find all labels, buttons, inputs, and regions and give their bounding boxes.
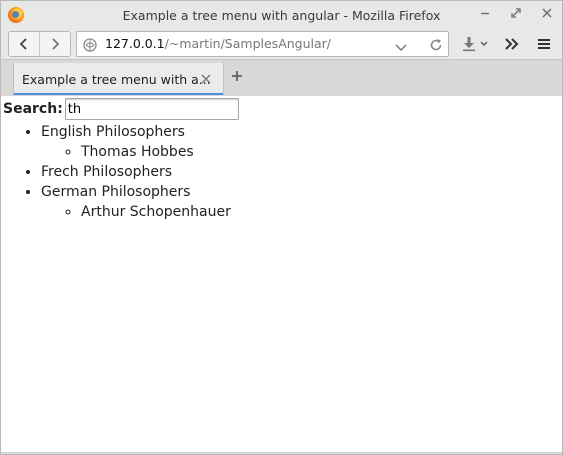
close-tab-icon[interactable] [201, 70, 211, 88]
chevron-down-icon[interactable] [395, 38, 407, 57]
back-forward-group [8, 31, 71, 57]
tree-node[interactable]: English Philosophers Thomas Hobbes [41, 122, 231, 162]
tree-children: Thomas Hobbes [41, 142, 231, 162]
search-row: Search: [3, 98, 239, 120]
title-bar: Example a tree menu with angular - Mozil… [1, 1, 562, 29]
tree-node[interactable]: Frech Philosophers [41, 162, 231, 182]
maximize-icon[interactable] [507, 6, 525, 24]
forward-button[interactable] [39, 32, 70, 56]
back-button[interactable] [9, 32, 39, 56]
reload-icon[interactable] [429, 37, 443, 56]
minimize-icon[interactable] [476, 6, 494, 24]
search-input[interactable] [64, 98, 239, 120]
plus-icon [232, 71, 242, 81]
site-info-icon[interactable] [83, 37, 97, 52]
tab-active[interactable]: Example a tree menu with a... [13, 63, 224, 95]
url-bar[interactable]: 127.0.0.1/~martin/SamplesAngular/ [76, 31, 449, 57]
navigation-bar: 127.0.0.1/~martin/SamplesAngular/ [1, 29, 562, 59]
search-label: Search: [3, 101, 63, 117]
browser-window: Example a tree menu with angular - Mozil… [0, 0, 563, 455]
new-tab-button[interactable] [229, 66, 245, 86]
tree-children: Arthur Schopenhauer [41, 202, 231, 222]
tree-leaf-label[interactable]: Arthur Schopenhauer [81, 204, 231, 220]
overflow-chevron-icon[interactable] [502, 34, 522, 54]
chevron-right-icon [52, 38, 60, 50]
download-icon[interactable] [459, 34, 479, 54]
page-content: Search: English Philosophers Thomas Hobb… [1, 96, 562, 454]
url-host: 127.0.0.1 [105, 36, 165, 51]
downloads-dropdown-icon[interactable] [478, 34, 490, 54]
close-window-icon[interactable] [538, 6, 556, 24]
tree-node-label[interactable]: English Philosophers [41, 124, 185, 140]
url-text[interactable]: 127.0.0.1/~martin/SamplesAngular/ [105, 36, 331, 51]
chevron-left-icon [19, 38, 27, 50]
tree-node-label[interactable]: German Philosophers [41, 184, 190, 200]
tree-leaf-label[interactable]: Thomas Hobbes [81, 144, 194, 160]
tree-menu: English Philosophers Thomas Hobbes Frech… [1, 122, 231, 222]
tree-node[interactable]: German Philosophers Arthur Schopenhauer [41, 182, 231, 222]
url-path: /~martin/SamplesAngular/ [164, 36, 332, 51]
tree-leaf[interactable]: Arthur Schopenhauer [81, 202, 231, 222]
window-bottom-edge [1, 452, 562, 454]
tab-label: Example a tree menu with a... [22, 72, 211, 87]
tab-strip: Example a tree menu with a... [1, 59, 562, 97]
tree-leaf[interactable]: Thomas Hobbes [81, 142, 231, 162]
hamburger-menu-icon[interactable] [534, 34, 554, 54]
tree-node-label[interactable]: Frech Philosophers [41, 164, 172, 180]
